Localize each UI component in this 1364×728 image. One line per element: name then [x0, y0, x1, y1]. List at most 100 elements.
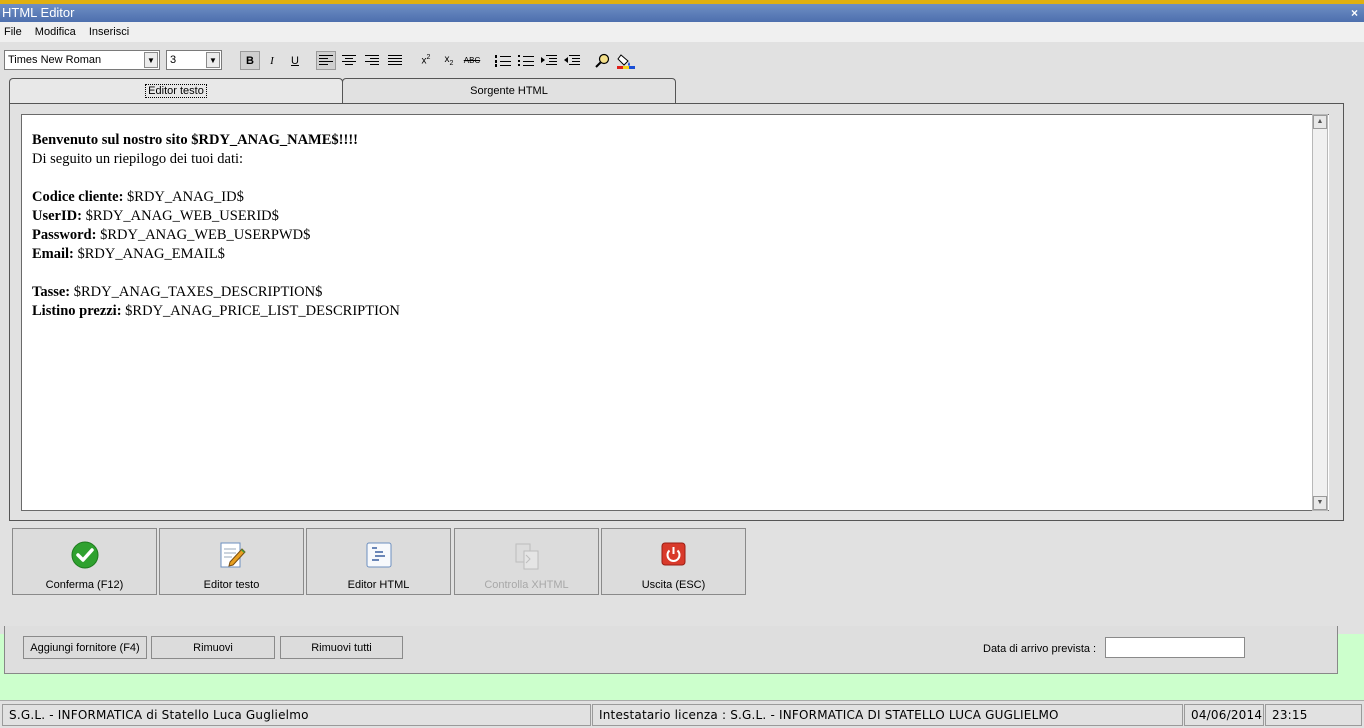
align-right-icon — [365, 55, 379, 65]
italic-icon: I — [270, 54, 274, 67]
tab-label: Sorgente HTML — [470, 85, 548, 97]
font-name-value: Times New Roman — [8, 54, 102, 66]
power-icon — [661, 542, 685, 566]
field-label: Password: — [32, 227, 97, 243]
welcome-line: Benvenuto sul nostro sito $RDY_ANAG_NAME… — [32, 131, 1329, 150]
subscript-button[interactable]: x2 — [439, 51, 459, 70]
confirm-button[interactable]: Conferma (F12) — [12, 528, 157, 595]
chevron-down-icon[interactable]: ▼ — [144, 52, 158, 68]
fill-color-button[interactable] — [616, 51, 636, 70]
tab-editor-testo[interactable]: Editor testo — [9, 78, 343, 104]
paint-bucket-icon — [617, 53, 635, 69]
status-date: 04/06/2014 — [1184, 704, 1264, 726]
html-editor-label: Editor HTML — [347, 579, 410, 591]
underline-button[interactable]: U — [285, 51, 305, 70]
add-supplier-button[interactable]: Aggiungi fornitore (F4) — [23, 636, 147, 659]
check-xhtml-button: Controlla XHTML — [454, 528, 599, 595]
menu-inserisci[interactable]: Inserisci — [89, 26, 129, 38]
strikethrough-icon: ABC — [463, 56, 481, 65]
html-editor-button[interactable]: Editor HTML — [306, 528, 451, 595]
tab-label: Editor testo — [145, 84, 207, 98]
remove-all-button[interactable]: Rimuovi tutti — [280, 636, 403, 659]
align-center-icon — [342, 55, 356, 65]
check-xhtml-label: Controlla XHTML — [484, 579, 569, 591]
field-label: Email: — [32, 246, 74, 262]
superscript-icon: x2 — [421, 54, 431, 67]
welcome-text: Benvenuto sul nostro sito $RDY_ANAG_NAME… — [32, 132, 358, 148]
field-value: $RDY_ANAG_WEB_USERID$ — [81, 208, 279, 224]
field-label: Tasse: — [32, 284, 71, 300]
font-size-value: 3 — [170, 54, 177, 66]
vertical-scrollbar[interactable]: ▲ ▼ — [1312, 114, 1328, 511]
arrival-date-label: Data di arrivo prevista : — [983, 643, 1097, 655]
bold-icon: B — [246, 54, 254, 67]
text-editor-label: Editor testo — [203, 579, 260, 591]
align-left-button[interactable] — [316, 51, 336, 70]
align-justify-icon — [388, 55, 402, 65]
field-label: Codice cliente: — [32, 189, 124, 205]
field-line-password: Password: $RDY_ANAG_WEB_USERPWD$ — [32, 226, 1329, 245]
remove-button[interactable]: Rimuovi — [151, 636, 275, 659]
status-bar: S.G.L. - INFORMATICA di Statello Luca Gu… — [0, 700, 1364, 728]
field-label: UserID: — [32, 208, 82, 224]
underline-icon: U — [291, 54, 299, 67]
status-license: Intestatario licenza : S.G.L. - INFORMAT… — [592, 704, 1183, 726]
align-justify-button[interactable] — [385, 51, 405, 70]
html-document-icon — [366, 542, 391, 568]
field-line-codice-cliente: Codice cliente: $RDY_ANAG_ID$ — [32, 188, 1329, 207]
arrival-date-field[interactable] — [1105, 637, 1245, 658]
menu-modifica[interactable]: Modifica — [35, 26, 76, 38]
numbered-list-button[interactable] — [493, 51, 513, 70]
align-left-icon — [319, 55, 333, 65]
font-size-select[interactable]: 3 ▼ — [166, 50, 222, 70]
font-name-select[interactable]: Times New Roman ▼ — [4, 50, 160, 70]
status-company: S.G.L. - INFORMATICA di Statello Luca Gu… — [2, 704, 591, 726]
bullet-list-icon — [518, 54, 534, 66]
field-value: $RDY_ANAG_ID$ — [123, 189, 244, 205]
align-right-button[interactable] — [362, 51, 382, 70]
align-center-button[interactable] — [339, 51, 359, 70]
field-line-tasse: Tasse: $RDY_ANAG_TAXES_DESCRIPTION$ — [32, 283, 1329, 302]
find-button[interactable] — [593, 51, 613, 70]
field-label: Listino prezzi: — [32, 303, 122, 319]
strikethrough-button[interactable]: ABC — [462, 51, 482, 70]
numbered-list-icon — [495, 54, 511, 67]
text-editor-button[interactable]: Editor testo — [159, 528, 304, 595]
rich-text-editor[interactable]: Benvenuto sul nostro sito $RDY_ANAG_NAME… — [21, 114, 1329, 511]
superscript-button[interactable]: x2 — [416, 51, 436, 70]
close-icon[interactable]: × — [1351, 4, 1358, 22]
status-time: 23:15 — [1265, 704, 1362, 726]
scroll-down-icon[interactable]: ▼ — [1313, 496, 1327, 510]
field-line-userid: UserID: $RDY_ANAG_WEB_USERID$ — [32, 207, 1329, 226]
field-value: $RDY_ANAG_PRICE_LIST_DESCRIPTION — [121, 303, 400, 319]
field-value: $RDY_ANAG_WEB_USERPWD$ — [96, 227, 311, 243]
edit-document-icon — [220, 542, 246, 568]
field-line-email: Email: $RDY_ANAG_EMAIL$ — [32, 245, 1329, 264]
outdent-icon — [564, 54, 580, 65]
menu-file[interactable]: File — [4, 26, 22, 38]
bullet-list-button[interactable] — [516, 51, 536, 70]
intro-line: Di seguito un riepilogo dei tuoi dati: — [32, 151, 244, 167]
field-value: $RDY_ANAG_TAXES_DESCRIPTION$ — [70, 284, 323, 300]
chevron-down-icon[interactable]: ▼ — [206, 52, 220, 68]
magnifier-icon — [595, 53, 610, 68]
outdent-button[interactable] — [562, 51, 582, 70]
field-line-listino: Listino prezzi: $RDY_ANAG_PRICE_LIST_DES… — [32, 302, 1329, 321]
subscript-icon: x2 — [444, 54, 454, 67]
confirm-label: Conferma (F12) — [45, 579, 124, 591]
field-value: $RDY_ANAG_EMAIL$ — [73, 246, 225, 262]
italic-button[interactable]: I — [262, 51, 282, 70]
indent-icon — [541, 54, 557, 65]
copy-document-icon — [515, 543, 538, 570]
exit-button[interactable]: Uscita (ESC) — [601, 528, 746, 595]
menu-bar: File Modifica Inserisci — [0, 22, 1364, 42]
check-icon — [71, 541, 98, 569]
exit-label: Uscita (ESC) — [641, 579, 706, 591]
window-titlebar: HTML Editor × — [0, 4, 1364, 22]
tab-sorgente-html[interactable]: Sorgente HTML — [342, 78, 676, 104]
bold-button[interactable]: B — [240, 51, 260, 70]
indent-button[interactable] — [539, 51, 559, 70]
scroll-up-icon[interactable]: ▲ — [1313, 115, 1327, 129]
